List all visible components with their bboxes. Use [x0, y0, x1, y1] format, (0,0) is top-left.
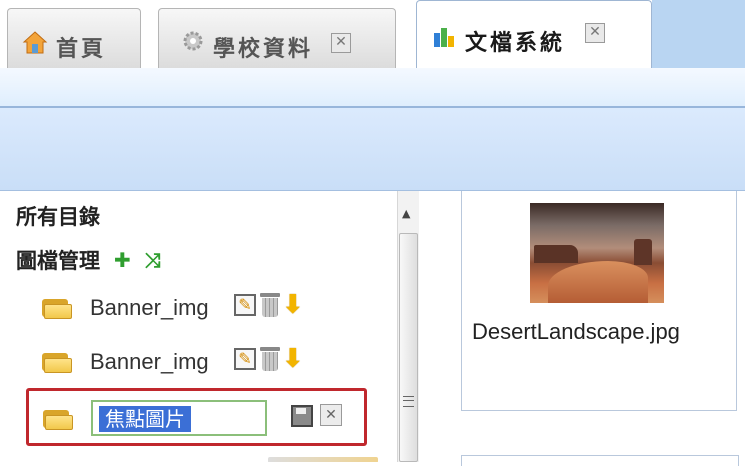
tab-bar: 首頁 學校資料 ✕ 文檔系統 ✕: [0, 0, 745, 68]
directory-tree-panel: 所有目錄 圖檔管理 ✚ ⤨ Banner_img ✎ ⬇ Banner_img …: [0, 191, 397, 462]
folder-name-input[interactable]: 焦點圖片: [91, 400, 267, 436]
tree-group-image-management: 圖檔管理 ✚ ⤨: [16, 245, 161, 275]
tab-home-label: 首頁: [56, 37, 107, 62]
tab-docs-close-button[interactable]: ✕: [585, 23, 606, 43]
save-icon[interactable]: [291, 405, 313, 427]
edit-icon[interactable]: ✎: [234, 348, 256, 370]
scroll-thumb[interactable]: [399, 233, 418, 462]
gear-icon: [183, 31, 203, 51]
folder-icon: [42, 297, 72, 319]
scroll-grip-icon: [403, 396, 414, 407]
tab-docs-label: 文檔系統: [465, 31, 566, 56]
file-card-next[interactable]: [461, 455, 739, 466]
tab-school-close-button[interactable]: ✕: [331, 33, 352, 53]
folder-row[interactable]: Banner_img: [42, 349, 209, 375]
tab-school-label: 學校資料: [213, 37, 314, 62]
chart-icon: [434, 28, 454, 47]
folder-label: Banner_img: [90, 295, 209, 320]
edit-icon[interactable]: ✎: [234, 294, 256, 316]
tab-bar-filler: [652, 0, 745, 68]
folder-rename-row: 焦點圖片 ✕: [26, 388, 367, 446]
trash-icon[interactable]: [260, 293, 280, 317]
scroll-up-arrow-icon[interactable]: ▲: [402, 207, 410, 220]
folder-label: Banner_img: [90, 349, 209, 374]
tree-root-all-directories[interactable]: 所有目錄: [16, 201, 100, 231]
home-icon: [22, 31, 48, 54]
folder-row-actions: ✎ ⬇: [234, 292, 304, 318]
folder-icon: [43, 408, 73, 430]
file-card[interactable]: DesertLandscape.jpg: [461, 191, 737, 411]
file-thumbnail: [530, 203, 664, 303]
trash-icon[interactable]: [260, 347, 280, 371]
file-list-panel: DesertLandscape.jpg: [419, 191, 745, 466]
tab-home[interactable]: 首頁: [7, 8, 141, 68]
next-row-actions-peek: [268, 457, 378, 462]
tree-group-label[interactable]: 圖檔管理: [16, 245, 100, 275]
folder-row-actions: ✎ ⬇: [234, 346, 304, 372]
toolbar-strip: [0, 68, 745, 108]
shuffle-icon[interactable]: ⤨: [145, 250, 161, 270]
file-name: DesertLandscape.jpg: [472, 319, 680, 344]
move-down-arrow-icon[interactable]: ⬇: [282, 292, 304, 318]
header-band: [0, 108, 745, 191]
folder-name-selected-text: 焦點圖片: [99, 406, 191, 432]
cancel-icon[interactable]: ✕: [320, 404, 342, 426]
add-folder-icon[interactable]: ✚: [114, 250, 131, 270]
folder-icon: [42, 351, 72, 373]
tab-school-data[interactable]: 學校資料 ✕: [158, 8, 396, 68]
folder-row[interactable]: Banner_img: [42, 295, 209, 321]
move-down-arrow-icon[interactable]: ⬇: [282, 346, 304, 372]
tree-scrollbar[interactable]: ▲: [397, 191, 420, 462]
tab-docs[interactable]: 文檔系統 ✕: [416, 0, 652, 68]
